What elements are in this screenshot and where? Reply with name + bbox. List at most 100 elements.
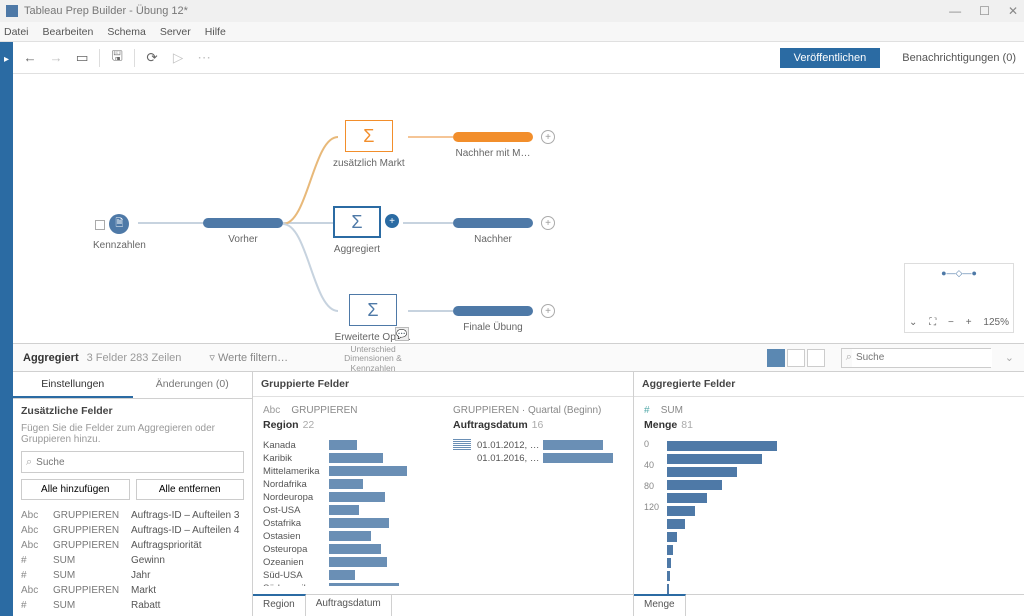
region-row[interactable]: Süd-USA bbox=[263, 569, 433, 581]
step-name: Aggregiert bbox=[23, 352, 79, 364]
run-icon[interactable]: ▷ bbox=[169, 49, 187, 67]
section-additional-fields: Zusätzliche Felder bbox=[13, 399, 252, 423]
comment-icon[interactable]: 💬 bbox=[395, 327, 409, 341]
field-search-input[interactable] bbox=[36, 457, 239, 468]
chip-menge[interactable]: Menge bbox=[634, 594, 686, 616]
chip-auftragsdatum[interactable]: Auftragsdatum bbox=[306, 595, 392, 616]
datasource-icon: 🗎 bbox=[109, 214, 129, 234]
maximize-icon[interactable]: ☐ bbox=[979, 4, 990, 18]
menu-schema[interactable]: Schema bbox=[107, 26, 146, 38]
card-region[interactable]: Abc GRUPPIEREN Region22 KanadaKaribikMit… bbox=[263, 405, 433, 586]
agg-drop-row: Menge bbox=[634, 594, 1024, 616]
fit-icon[interactable]: ⛶ bbox=[929, 317, 936, 328]
region-row[interactable]: Ostafrika bbox=[263, 517, 433, 529]
window-title: Tableau Prep Builder - Übung 12* bbox=[24, 5, 188, 17]
view-switcher bbox=[767, 349, 825, 367]
node-kennzahlen[interactable]: 🗎 Kennzahlen bbox=[93, 214, 146, 251]
add-step-icon[interactable]: + bbox=[541, 130, 555, 144]
panel-settings: Einstellungen Änderungen (0) Zusätzliche… bbox=[13, 372, 253, 616]
date-row[interactable]: 01.01.2012, 0… bbox=[477, 439, 623, 451]
field-list: AbcGRUPPIERENAuftrags-ID – Aufteilen 3Ab… bbox=[13, 508, 252, 616]
ribbon-chevron-icon[interactable]: ▸ bbox=[4, 54, 9, 616]
card-menge[interactable]: # SUM Menge81 04080120 bbox=[644, 405, 864, 586]
status-bar: Aggregiert 3 Felder 283 Zeilen ▿ Werte f… bbox=[13, 344, 1024, 372]
tab-changes[interactable]: Änderungen (0) bbox=[133, 372, 253, 398]
field-row[interactable]: AbcGRUPPIERENAuftrags-ID – Aufteilen 3 bbox=[21, 508, 244, 523]
view-list-icon[interactable] bbox=[807, 349, 825, 367]
region-row[interactable]: Nordeuropa bbox=[263, 491, 433, 503]
field-row[interactable]: #SUMRabatt bbox=[21, 598, 244, 613]
remove-all-button[interactable]: Alle entfernen bbox=[136, 479, 245, 500]
view-grid-icon[interactable] bbox=[787, 349, 805, 367]
toolbar: ← → ▭ 🖫 ⟳ ▷ ⋯ Veröffentlichen Benachrich… bbox=[13, 42, 1024, 74]
menu-server[interactable]: Server bbox=[160, 26, 191, 38]
menu-help[interactable]: Hilfe bbox=[205, 26, 226, 38]
region-row[interactable]: Ozeanien bbox=[263, 556, 433, 568]
node-zusatz-markt[interactable]: Σ zusätzlich Markt bbox=[333, 120, 405, 169]
tab-settings[interactable]: Einstellungen bbox=[13, 372, 133, 398]
back-icon[interactable]: ← bbox=[21, 49, 39, 67]
zoom-in-icon[interactable]: + bbox=[966, 317, 972, 328]
node-vorher[interactable]: Vorher bbox=[203, 218, 283, 245]
notifications[interactable]: Benachrichtigungen (0) bbox=[902, 52, 1016, 64]
field-row[interactable]: AbcGRUPPIERENAuftragspriorität bbox=[21, 538, 244, 553]
refresh-icon[interactable]: ⟳ bbox=[143, 49, 161, 67]
menubar: Datei Bearbeiten Schema Server Hilfe bbox=[0, 22, 1024, 42]
region-row[interactable]: Ost-USA bbox=[263, 504, 433, 516]
forward-icon[interactable]: → bbox=[47, 49, 65, 67]
node-finale[interactable]: Finale Übung bbox=[453, 306, 533, 333]
minimize-icon[interactable]: — bbox=[949, 4, 961, 18]
aggregated-header: Aggregierte Felder bbox=[634, 372, 1024, 397]
date-row[interactable]: 01.01.2016, 0… bbox=[477, 452, 623, 464]
aggregate-icon: Σ bbox=[349, 294, 397, 326]
node-nachher-m[interactable]: Nachher mit M… bbox=[453, 132, 533, 159]
app-logo bbox=[6, 5, 18, 17]
region-row[interactable]: Ostasien bbox=[263, 530, 433, 542]
node-aggregiert[interactable]: Σ Aggregiert bbox=[333, 206, 381, 255]
step-meta: 3 Felder 283 Zeilen bbox=[87, 352, 182, 364]
left-ribbon[interactable]: ▸ bbox=[0, 42, 13, 616]
dropdown-icon[interactable]: ⌄ bbox=[1005, 351, 1014, 364]
grouped-header: Gruppierte Felder bbox=[253, 372, 633, 397]
titlebar: Tableau Prep Builder - Übung 12* — ☐ ✕ bbox=[0, 0, 1024, 22]
field-row[interactable]: AbcGRUPPIERENMarkt bbox=[21, 583, 244, 598]
minimap[interactable]: ●—◇—● ⌄ ⛶ − + 125% bbox=[904, 263, 1014, 333]
aggregate-selected-icon: Σ bbox=[333, 206, 381, 238]
grouped-drop-row: Region Auftragsdatum bbox=[253, 594, 633, 616]
region-row[interactable]: Mittelamerika bbox=[263, 465, 433, 477]
close-icon[interactable]: ✕ bbox=[1008, 4, 1018, 18]
panel-grouped: Gruppierte Felder Abc GRUPPIEREN Region2… bbox=[253, 372, 634, 616]
presentation-icon[interactable]: ▭ bbox=[73, 49, 91, 67]
panel-aggregated: Aggregierte Felder # SUM Menge81 0408012… bbox=[634, 372, 1024, 616]
region-row[interactable]: Karibik bbox=[263, 452, 433, 464]
menu-file[interactable]: Datei bbox=[4, 26, 29, 38]
region-row[interactable]: Südamerika bbox=[263, 582, 433, 586]
chip-region[interactable]: Region bbox=[253, 594, 306, 616]
search-icon: ⌕ bbox=[26, 456, 32, 469]
add-step-icon-2[interactable]: + bbox=[541, 216, 555, 230]
node-nachher[interactable]: Nachher bbox=[453, 218, 533, 245]
view-card-icon[interactable] bbox=[767, 349, 785, 367]
flow-canvas[interactable]: 🗎 Kennzahlen Vorher Σ zusätzlich Markt N… bbox=[13, 74, 1024, 344]
field-row[interactable]: #SUMJahr bbox=[21, 568, 244, 583]
publish-button[interactable]: Veröffentlichen bbox=[780, 48, 881, 68]
filter-icon[interactable]: ▿ Werte filtern… bbox=[209, 351, 288, 364]
field-search: ⌕ bbox=[21, 451, 244, 473]
zoom-out-icon[interactable]: − bbox=[948, 317, 954, 328]
save-icon[interactable]: 🖫 bbox=[108, 49, 126, 67]
region-row[interactable]: Nordafrika bbox=[263, 478, 433, 490]
field-row[interactable]: AbcGRUPPIERENAuftrags-ID – Aufteilen 4 bbox=[21, 523, 244, 538]
menu-edit[interactable]: Bearbeiten bbox=[43, 26, 94, 38]
card-auftragsdatum[interactable]: GRUPPIEREN · Quartal (Beginn) Auftragsda… bbox=[453, 405, 623, 586]
region-row[interactable]: Osteuropa bbox=[263, 543, 433, 555]
hint-text: Fügen Sie die Felder zum Aggregieren ode… bbox=[13, 423, 252, 451]
aggregate-orange-icon: Σ bbox=[345, 120, 393, 152]
field-row[interactable]: #SUMGewinn bbox=[21, 553, 244, 568]
add-all-button[interactable]: Alle hinzufügen bbox=[21, 479, 130, 500]
region-row[interactable]: Kanada bbox=[263, 439, 433, 451]
minimap-chevron-icon[interactable]: ⌄ bbox=[909, 317, 917, 328]
add-step-active-icon[interactable]: + bbox=[385, 214, 399, 228]
profile-search[interactable] bbox=[852, 349, 992, 367]
add-step-icon-3[interactable]: + bbox=[541, 304, 555, 318]
run-menu-icon[interactable]: ⋯ bbox=[195, 49, 213, 67]
